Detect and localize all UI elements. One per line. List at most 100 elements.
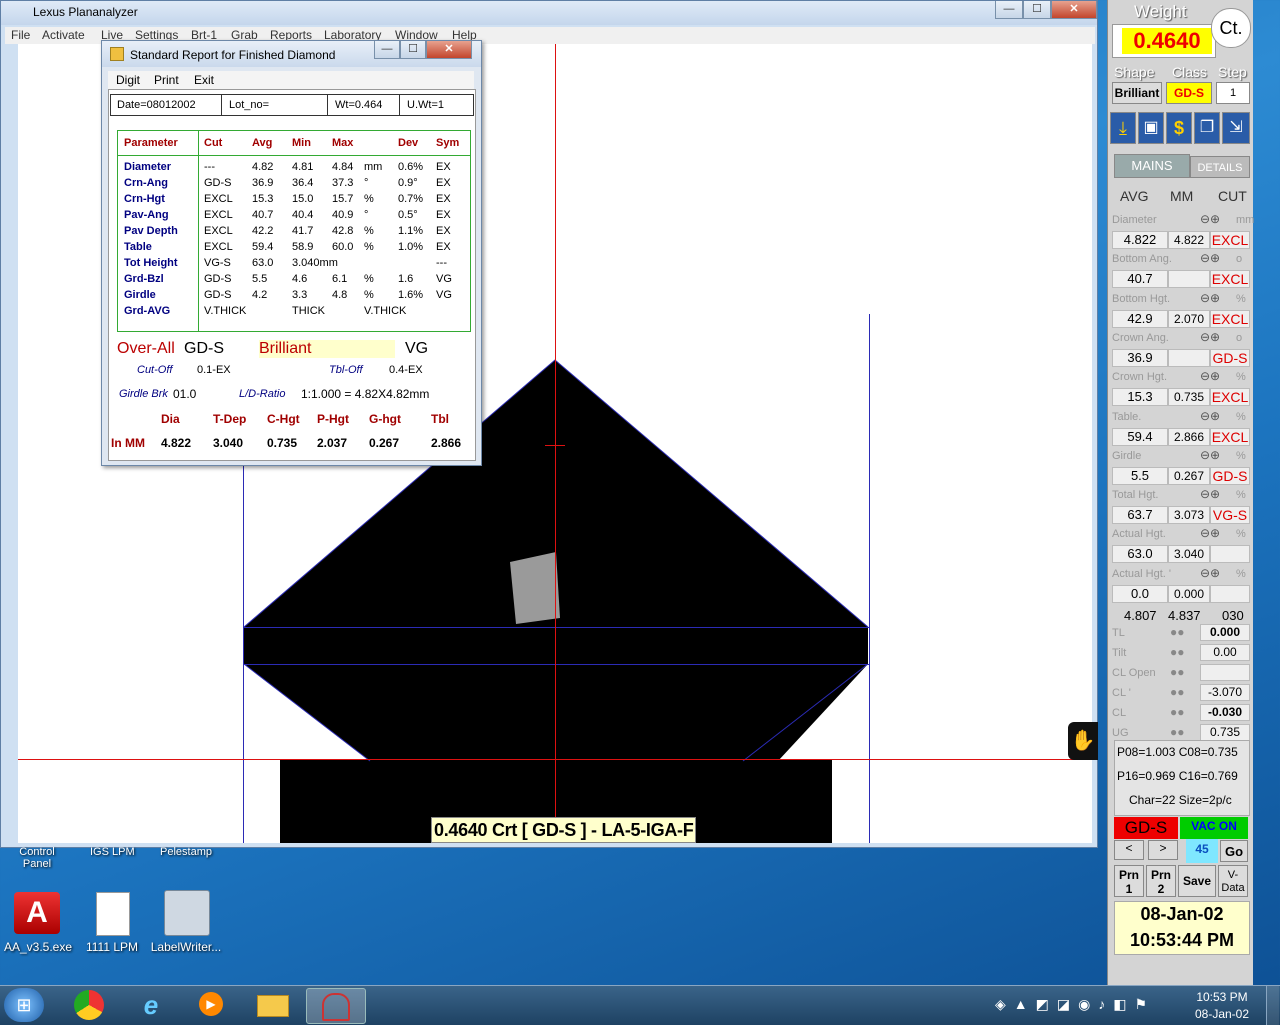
toggle-dots-icon[interactable]: ●● (1170, 725, 1185, 739)
param-mm-value[interactable]: 3.073 (1168, 506, 1210, 525)
toggle-dots-icon[interactable]: ●● (1170, 665, 1185, 679)
class-selector[interactable]: GD-S (1166, 82, 1212, 104)
folder-icon[interactable] (244, 988, 302, 1022)
report-menu-digit[interactable]: Digit (116, 73, 140, 87)
ie-icon[interactable]: e (122, 988, 180, 1022)
param-mm-value[interactable]: 0.267 (1168, 466, 1210, 485)
toggle-dots-icon[interactable]: ●● (1170, 705, 1185, 719)
small-row-value[interactable]: -3.070 (1200, 684, 1250, 701)
nudge-arrows-icon[interactable]: ⊖⊕ (1200, 409, 1220, 423)
param-col-header: Sym (436, 137, 460, 149)
tab-details[interactable]: DETAILS (1190, 156, 1250, 178)
small-row-value[interactable]: 0.000 (1200, 624, 1250, 641)
minimize-button[interactable]: — (995, 1, 1023, 19)
menu-activate[interactable]: Activate (42, 28, 85, 42)
nudge-arrows-icon[interactable]: ⊖⊕ (1200, 487, 1220, 501)
toggle-dots-icon[interactable]: ●● (1170, 645, 1185, 659)
start-icon[interactable]: ⊞ (4, 988, 44, 1022)
open-icon[interactable]: ⤓ (1110, 112, 1136, 144)
maximize-button[interactable]: ☐ (1023, 1, 1051, 19)
param-mm-value[interactable]: 0.000 (1168, 584, 1210, 603)
param-mm-value[interactable]: 2.866 (1168, 427, 1210, 446)
report-close-button[interactable]: ✕ (426, 41, 472, 59)
carat-unit-button[interactable]: Ct. (1211, 8, 1251, 48)
clock-date[interactable]: 08-Jan-02 (1192, 1007, 1252, 1021)
param-label: Table. (1112, 410, 1142, 423)
desktop-partial-igs[interactable]: IGS LPM (90, 846, 135, 858)
param-avg-value[interactable]: 36.9 (1112, 348, 1168, 367)
param-mm-value[interactable]: 0.735 (1168, 388, 1210, 407)
report-menu-print[interactable]: Print (154, 73, 179, 87)
nudge-arrows-icon[interactable]: ⊖⊕ (1200, 291, 1220, 305)
save-button[interactable]: Save (1178, 865, 1216, 897)
prev-button[interactable]: < (1114, 840, 1144, 860)
param-avg-value[interactable]: 40.7 (1112, 270, 1168, 289)
param-cell: EX (436, 241, 451, 253)
clock-time[interactable]: 10:53 PM (1192, 990, 1252, 1004)
toggle-dots-icon[interactable]: ●● (1170, 625, 1185, 639)
param-avg-value[interactable]: 5.5 (1112, 466, 1168, 485)
show-desktop-button[interactable] (1266, 986, 1279, 1025)
desktop-icon-aa-label[interactable]: AA_v3.5.exe (0, 940, 76, 954)
export-icon[interactable]: ⇲ (1222, 112, 1250, 144)
small-row-value[interactable]: 0.735 (1200, 724, 1250, 741)
param-unit: % (1236, 292, 1246, 305)
vac-indicator[interactable]: VAC ON (1180, 817, 1248, 839)
param-mm-value[interactable] (1168, 348, 1210, 367)
price-icon[interactable]: $ (1166, 112, 1192, 144)
param-avg-value[interactable]: 63.0 (1112, 545, 1168, 564)
nudge-arrows-icon[interactable]: ⊖⊕ (1200, 526, 1220, 540)
document-icon[interactable] (96, 892, 130, 936)
desktop-partial-pelestamp[interactable]: Pelestamp (160, 846, 212, 858)
report-maximize-button[interactable]: ☐ (400, 41, 426, 59)
girdle-brk-label: Girdle Brk (119, 388, 168, 400)
save-disk-icon[interactable]: ▣ (1138, 112, 1164, 144)
nudge-arrows-icon[interactable]: ⊖⊕ (1200, 212, 1220, 226)
param-avg-value[interactable]: 63.7 (1112, 506, 1168, 525)
param-mm-value[interactable]: 4.822 (1168, 231, 1210, 249)
close-button[interactable]: ✕ (1051, 1, 1097, 19)
nudge-arrows-icon[interactable]: ⊖⊕ (1200, 369, 1220, 383)
vdata-button[interactable]: V-Data (1218, 865, 1248, 897)
copy-icon[interactable]: ❐ (1194, 112, 1220, 144)
tray-icons[interactable]: ◈▲◩◪◉♪◧⚑ (995, 996, 1185, 1014)
menu-file[interactable]: File (11, 28, 30, 42)
toggle-dots-icon[interactable]: ●● (1170, 685, 1185, 699)
go-button[interactable]: Go (1220, 840, 1248, 862)
next-button[interactable]: > (1148, 840, 1178, 860)
step-selector[interactable]: 1 (1216, 82, 1250, 104)
param-avg-value[interactable]: 42.9 (1112, 309, 1168, 328)
param-avg-value[interactable]: 15.3 (1112, 388, 1168, 407)
report-header-row: Date=08012002 Lot_no= Wt=0.464 U.Wt=1 (110, 94, 474, 116)
report-menu-exit[interactable]: Exit (194, 73, 214, 87)
desktop-icon-labelwriter-label[interactable]: LabelWriter... (146, 940, 226, 954)
tab-mains[interactable]: MAINS (1114, 154, 1190, 178)
nudge-arrows-icon[interactable]: ⊖⊕ (1200, 566, 1220, 580)
media-player-icon[interactable]: ▶ (182, 988, 240, 1022)
param-mm-value[interactable] (1168, 270, 1210, 289)
chrome-icon[interactable] (60, 988, 118, 1022)
print2-button[interactable]: Prn 2 (1146, 865, 1176, 897)
param-list: Diameter ⊖⊕ mm 4.822 4.822 EXCL Bottom Ang. ⊖⊕ o… (1108, 210, 1254, 610)
small-row-value[interactable] (1200, 664, 1250, 681)
installer-icon[interactable] (164, 890, 210, 936)
nudge-arrows-icon[interactable]: ⊖⊕ (1200, 251, 1220, 265)
small-row-value[interactable]: 0.00 (1200, 644, 1250, 661)
count-field[interactable]: 45 (1186, 839, 1218, 863)
report-minimize-button[interactable]: — (374, 41, 400, 59)
param-avg-value[interactable]: 59.4 (1112, 427, 1168, 446)
param-mm-value[interactable]: 3.040 (1168, 545, 1210, 564)
nudge-arrows-icon[interactable]: ⊖⊕ (1200, 448, 1220, 462)
param-mm-value[interactable]: 2.070 (1168, 309, 1210, 328)
hand-icon[interactable]: ✋ (1068, 722, 1098, 760)
app-icon[interactable]: A (14, 892, 60, 934)
plananalyzer-taskbar-icon[interactable] (306, 988, 366, 1024)
param-avg-value[interactable]: 4.822 (1112, 231, 1168, 249)
nudge-arrows-icon[interactable]: ⊖⊕ (1200, 330, 1220, 344)
shape-selector[interactable]: Brilliant (1112, 82, 1162, 104)
small-row-value[interactable]: -0.030 (1200, 704, 1250, 721)
desktop-partial-control-panel[interactable]: Control Panel (14, 846, 60, 870)
param-avg-value[interactable]: 0.0 (1112, 584, 1168, 603)
desktop-icon-lpm-label[interactable]: 1111 LPM (80, 940, 144, 954)
print1-button[interactable]: Prn 1 (1114, 865, 1144, 897)
